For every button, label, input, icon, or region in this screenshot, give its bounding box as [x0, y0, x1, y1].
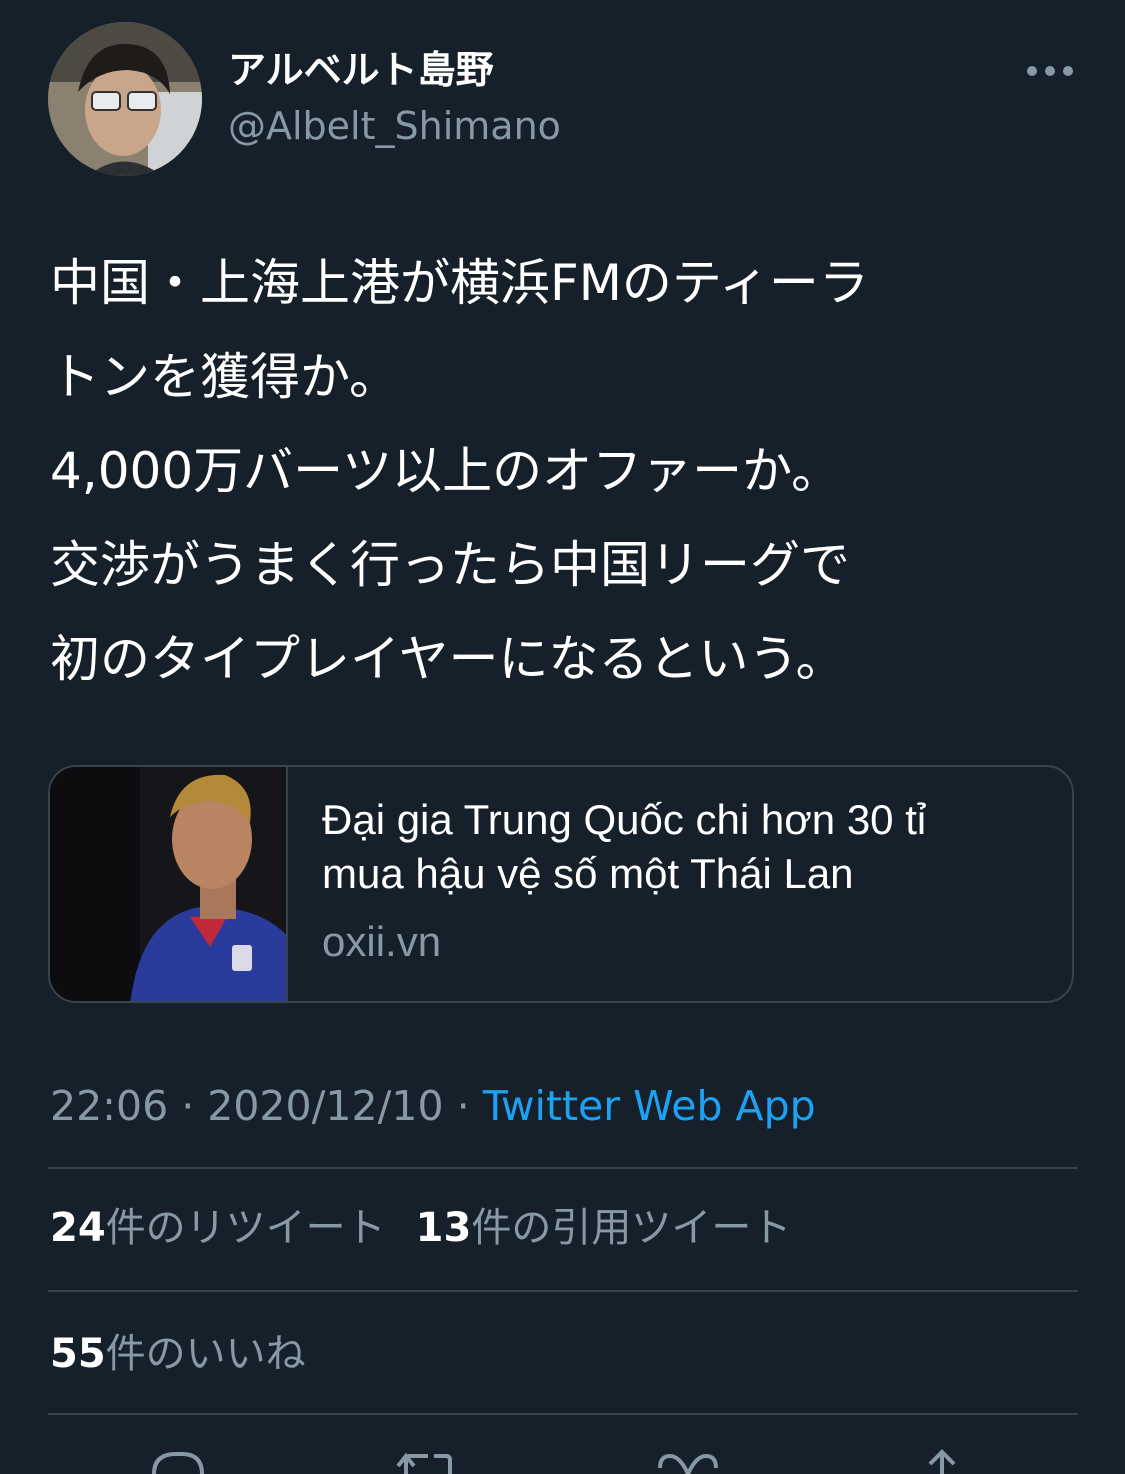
- share-button[interactable]: [910, 1444, 974, 1474]
- retweets-stat[interactable]: 24件のリツイート: [50, 1205, 386, 1251]
- card-title: Đại gia Trung Quốc chi hơn 30 tỉ mua hậu…: [322, 793, 1052, 901]
- likes-stats-row: 55件のいいね: [50, 1324, 306, 1384]
- card-thumbnail: [50, 767, 288, 1001]
- tweet-detail-page: アルベルト島野 @Albelt_Shimano 中国・上海上港が横浜FMのティー…: [0, 0, 1125, 1474]
- retweets-label: 件のリツイート: [105, 1205, 386, 1251]
- share-icon: [928, 1449, 956, 1474]
- tweet-text-line: 初のタイプレイヤーになるという。: [50, 630, 846, 688]
- tweet-text: 中国・上海上港が横浜FMのティーラ トンを獲得か。 4,000万バーツ以上のオフ…: [50, 236, 1080, 706]
- link-preview-card[interactable]: Đại gia Trung Quốc chi hơn 30 tỉ mua hậu…: [48, 765, 1074, 1003]
- likes-stat[interactable]: 55件のいいね: [50, 1331, 306, 1377]
- reply-icon: [152, 1452, 204, 1474]
- quotes-label: 件の引用ツイート: [471, 1205, 792, 1251]
- tweet-date[interactable]: 2020/12/10: [207, 1082, 443, 1130]
- like-icon: [658, 1453, 718, 1474]
- user-handle[interactable]: @Albelt_Shimano: [228, 98, 561, 154]
- divider: [48, 1290, 1078, 1292]
- tweet-text-line: 4,000万バーツ以上のオファーか。: [50, 442, 842, 500]
- tweet-source-link[interactable]: Twitter Web App: [483, 1082, 816, 1130]
- engagement-stats-row: 24件のリツイート 13件の引用ツイート: [50, 1198, 791, 1258]
- avatar-image: [48, 22, 202, 176]
- likes-label: 件のいいね: [105, 1331, 306, 1377]
- divider: [48, 1167, 1078, 1169]
- tweet-time[interactable]: 22:06: [50, 1082, 168, 1130]
- meta-separator: ·: [168, 1082, 208, 1130]
- tweet-text-line: 交渉がうまく行ったら中国リーグで: [50, 536, 850, 594]
- card-thumbnail-image: [50, 767, 286, 1001]
- meta-separator: ·: [443, 1082, 483, 1130]
- likes-count: 55: [50, 1331, 106, 1377]
- tweet-meta: 22:06 · 2020/12/10 · Twitter Web App: [50, 1078, 816, 1134]
- quotes-count: 13: [415, 1205, 472, 1251]
- retweet-icon: [396, 1452, 452, 1474]
- tweet-text-line: 中国・上海上港が横浜FMのティーラ: [50, 254, 869, 312]
- card-title-line: Đại gia Trung Quốc chi hơn 30 tỉ: [322, 796, 927, 843]
- card-domain: oxii.vn: [322, 918, 442, 965]
- tweet-text-line: トンを獲得か。: [50, 348, 399, 406]
- divider: [48, 1413, 1078, 1415]
- like-button[interactable]: [656, 1444, 720, 1474]
- more-options-button[interactable]: [1022, 50, 1078, 92]
- quotes-stat[interactable]: 13件の引用ツイート: [416, 1205, 792, 1251]
- more-horizontal-icon: [1027, 66, 1073, 76]
- retweet-button[interactable]: [394, 1444, 458, 1474]
- avatar[interactable]: [48, 22, 202, 176]
- card-title-line: mua hậu vệ số một Thái Lan: [322, 850, 854, 897]
- reply-button[interactable]: [146, 1444, 210, 1474]
- retweets-count: 24: [50, 1205, 106, 1251]
- display-name[interactable]: アルベルト島野: [228, 42, 494, 98]
